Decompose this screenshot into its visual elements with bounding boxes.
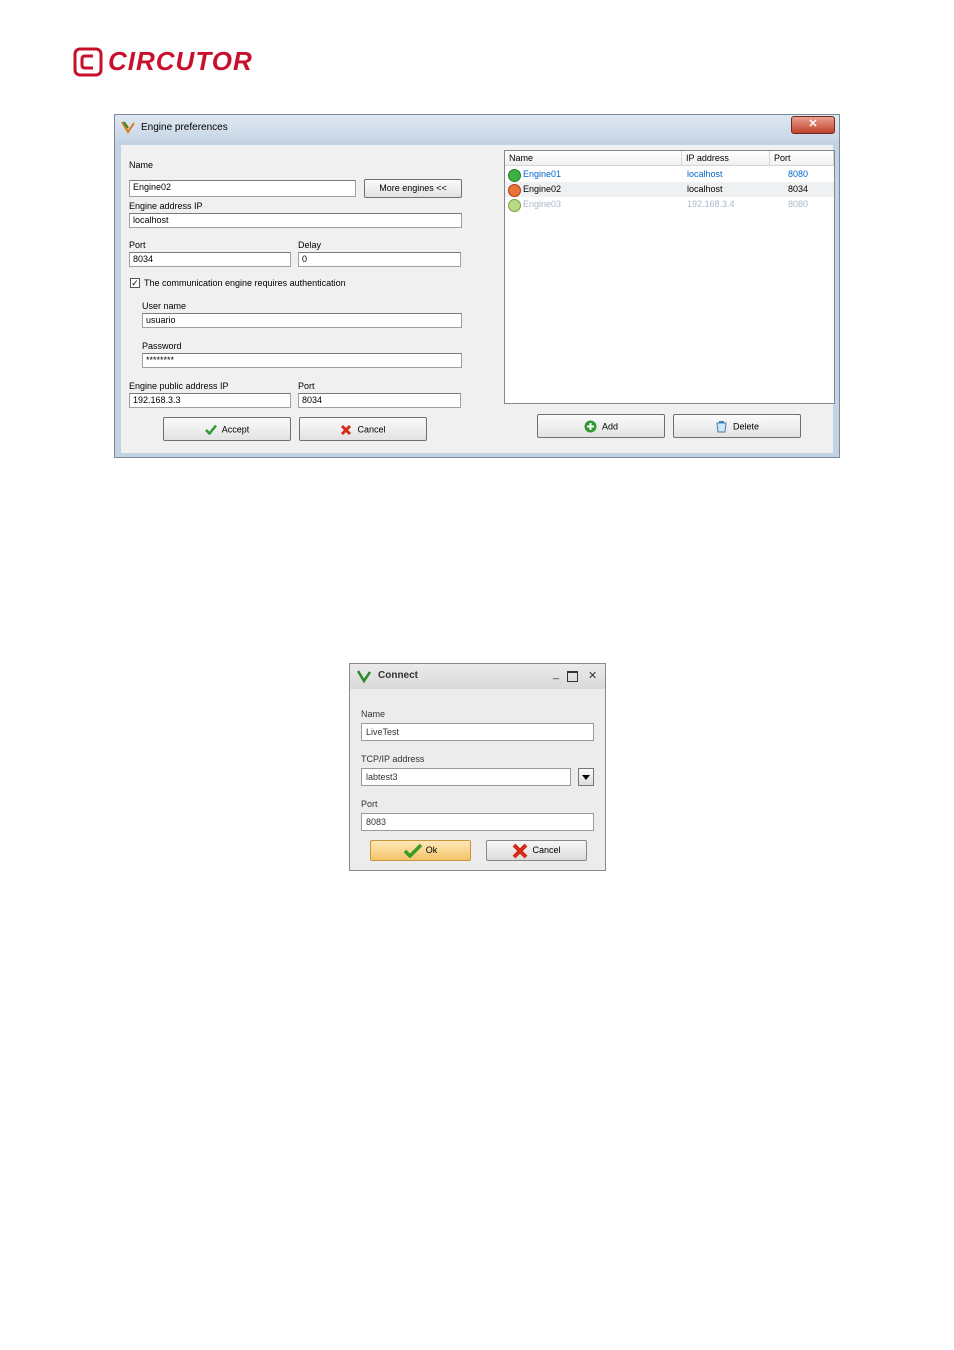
window-title: Engine preferences	[141, 122, 228, 133]
recycle-bin-icon	[716, 421, 727, 433]
brand-logo-text: CIRCUTOR	[108, 46, 253, 76]
port-input[interactable]: 8034	[129, 252, 291, 267]
minimize-icon[interactable]: _	[553, 668, 559, 680]
list-item[interactable]: Engine01 localhost 8080	[505, 167, 834, 182]
engine-port: 8080	[788, 169, 809, 179]
engine-ip: localhost	[687, 184, 723, 194]
more-engines-button[interactable]: More engines <<	[364, 179, 462, 198]
circutor-logo-icon	[73, 47, 103, 77]
ok-label: Ok	[425, 845, 438, 856]
cross-icon	[341, 424, 352, 435]
column-header-port[interactable]: Port	[770, 151, 834, 166]
app-icon	[357, 670, 371, 683]
chevron-down-icon	[582, 775, 590, 780]
add-button[interactable]: Add	[537, 414, 665, 438]
accept-label: Accept	[221, 424, 250, 435]
cancel-button[interactable]: Cancel	[486, 840, 587, 861]
address-input[interactable]: localhost	[129, 213, 462, 228]
cancel-label: Cancel	[532, 845, 561, 856]
window-client: Name Engine02 More engines << Engine add…	[121, 145, 835, 453]
column-header-name[interactable]: Name	[505, 151, 682, 166]
list-item[interactable]: Engine03 192.168.3.4 8080	[505, 197, 834, 212]
address-label: Engine address IP	[129, 201, 203, 211]
title-bar: Engine preferences ✕	[115, 115, 839, 141]
public-ip-label: Engine public address IP	[129, 381, 229, 391]
user-input[interactable]: usuario	[142, 313, 462, 328]
public-ip-input[interactable]: 192.168.3.3	[129, 393, 291, 408]
column-header-ip[interactable]: IP address	[682, 151, 770, 166]
tcp-input[interactable]: labtest3	[361, 768, 571, 786]
engine-port: 8034	[788, 184, 809, 194]
window-title: Connect	[378, 670, 418, 681]
port-label: Port	[129, 240, 146, 250]
list-item[interactable]: Engine02 localhost 8034	[505, 182, 834, 197]
name-input[interactable]: LiveTest	[361, 723, 594, 741]
tcp-label: TCP/IP address	[361, 754, 425, 764]
auth-checkbox[interactable]: ✓	[130, 278, 140, 288]
name-label: Name	[129, 160, 154, 170]
close-icon[interactable]: ✕	[588, 669, 597, 682]
accept-button[interactable]: Accept	[163, 417, 291, 441]
status-error-icon	[508, 184, 521, 197]
port-input[interactable]: 8083	[361, 813, 594, 831]
engine-name: Engine03	[523, 199, 562, 209]
delay-label: Delay	[298, 240, 322, 250]
add-icon	[584, 420, 597, 433]
cancel-button[interactable]: Cancel	[299, 417, 427, 441]
close-button[interactable]: ✕	[791, 116, 835, 134]
maximize-icon[interactable]	[567, 671, 578, 682]
ok-button[interactable]: Ok	[370, 840, 471, 861]
connect-window: Connect _ ✕ Name LiveTest TCP/IP address…	[349, 663, 606, 871]
status-pending-icon	[508, 199, 521, 212]
status-ok-icon	[508, 169, 521, 182]
tcp-dropdown-button[interactable]	[578, 768, 594, 786]
add-label: Add	[601, 421, 618, 432]
password-input[interactable]: ********	[142, 353, 462, 368]
title-bar: Connect _ ✕	[350, 664, 605, 689]
user-label: User name	[142, 301, 187, 311]
engine-port: 8080	[788, 199, 809, 209]
cross-icon	[513, 843, 528, 859]
delay-input[interactable]: 0	[298, 252, 461, 267]
cancel-label: Cancel	[357, 424, 386, 435]
delete-button[interactable]: Delete	[673, 414, 801, 438]
name-input[interactable]: Engine02	[129, 180, 356, 197]
password-label: Password	[142, 341, 182, 351]
engine-preferences-window: Engine preferences ✕ Name Engine02 More …	[114, 114, 840, 458]
engine-name: Engine02	[523, 184, 562, 194]
engine-name: Engine01	[523, 169, 562, 179]
engine-ip: localhost	[687, 169, 723, 179]
app-icon	[121, 121, 135, 134]
check-icon	[204, 424, 217, 436]
public-port-label: Port	[298, 381, 315, 391]
public-port-input[interactable]: 8034	[298, 393, 461, 408]
check-icon	[403, 843, 422, 859]
engine-ip: 192.168.3.4	[687, 199, 735, 209]
engines-list[interactable]: Name IP address Port Engine01 localhost …	[504, 150, 835, 404]
name-label: Name	[361, 709, 386, 719]
delete-label: Delete	[732, 421, 759, 432]
auth-label: The communication engine requires authen…	[144, 278, 346, 288]
port-label: Port	[361, 799, 378, 809]
